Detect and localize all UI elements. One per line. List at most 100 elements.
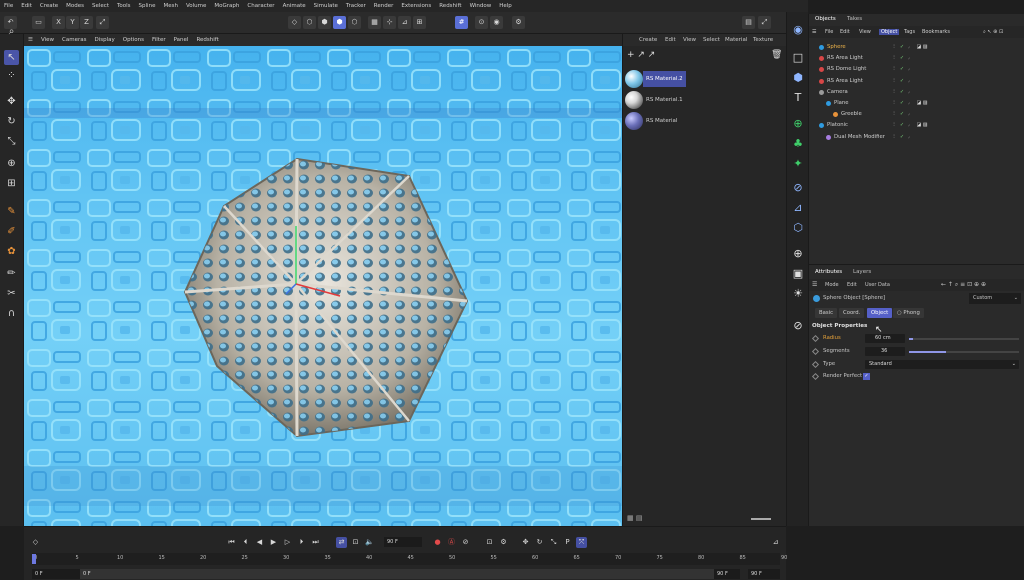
- generator-icon[interactable]: ⊕: [790, 116, 806, 132]
- keyframe-icon[interactable]: [811, 347, 820, 356]
- radius-input[interactable]: 60 cm: [865, 334, 905, 343]
- layer-dots-icon[interactable]: ⁝: [891, 78, 897, 84]
- tab-attributes[interactable]: Attributes: [815, 269, 842, 275]
- spline-sketch-icon[interactable]: ✐: [4, 224, 19, 239]
- material-row[interactable]: RS Material.1: [623, 89, 787, 111]
- spline-pen-icon[interactable]: ✎: [4, 204, 19, 219]
- menu-simulate[interactable]: Simulate: [314, 3, 338, 9]
- tab-object[interactable]: Object: [867, 308, 893, 318]
- menu-texture[interactable]: Texture: [753, 37, 773, 43]
- render-region-icon[interactable]: ⊙: [475, 16, 488, 29]
- layer-dots-icon[interactable]: ⁝: [891, 66, 897, 72]
- visibility-icon[interactable]: ⸝: [906, 100, 912, 106]
- render-view-icon[interactable]: ◉: [490, 16, 503, 29]
- menu-mesh[interactable]: Mesh: [163, 3, 177, 9]
- menu-character[interactable]: Character: [247, 3, 274, 9]
- menu-window[interactable]: Window: [470, 3, 492, 9]
- search-icon[interactable]: ⌕: [4, 24, 19, 39]
- magnet-tool-icon[interactable]: ∩: [4, 306, 19, 321]
- menu-view[interactable]: View: [683, 37, 696, 43]
- end-frame-field[interactable]: 90 F: [714, 569, 740, 579]
- keyframe-icon[interactable]: [811, 360, 820, 369]
- workplane-icon[interactable]: ⊞: [413, 16, 426, 29]
- attr-menu-userdata[interactable]: User Data: [865, 282, 890, 288]
- render-settings-icon[interactable]: ⚙: [512, 16, 525, 29]
- menu-redshift[interactable]: Redshift: [439, 3, 461, 9]
- keyframe-icon[interactable]: ⊡: [484, 537, 495, 548]
- material-tag-icon[interactable]: ◪ ▨: [915, 100, 929, 106]
- gear-icon[interactable]: ⚙: [498, 537, 509, 548]
- autokey-icon[interactable]: Ⓐ: [446, 537, 457, 548]
- nav-arrows-icon[interactable]: ← ↑ ⌕ ≡ ⊡ ⊕ ⊕: [941, 281, 986, 289]
- attr-menu-edit[interactable]: Edit: [847, 282, 857, 288]
- menu-modes[interactable]: Modes: [66, 3, 84, 9]
- render-perfect-checkbox[interactable]: ✓: [863, 373, 870, 380]
- tab-phong[interactable]: ○ Phong: [893, 308, 924, 318]
- enable-check-icon[interactable]: ✓: [899, 55, 905, 61]
- ruler-toggle-icon[interactable]: ⊿: [770, 537, 781, 548]
- zoom-slider[interactable]: [751, 518, 771, 520]
- axis-z-button[interactable]: Z: [80, 16, 93, 29]
- viewport-menu-cameras[interactable]: Cameras: [62, 37, 86, 43]
- prev-frame-icon[interactable]: ◀: [254, 537, 265, 548]
- viewport-menu-display[interactable]: Display: [94, 37, 114, 43]
- viewport-menu-view[interactable]: View: [41, 37, 54, 43]
- layer-dots-icon[interactable]: ⁝: [891, 100, 897, 106]
- uv-mode-icon[interactable]: ⬡: [348, 16, 361, 29]
- record-icon[interactable]: ●: [432, 537, 443, 548]
- menu-edit[interactable]: Edit: [665, 37, 676, 43]
- menu-edit[interactable]: Edit: [21, 3, 32, 9]
- menu-volume[interactable]: Volume: [186, 3, 206, 9]
- cursor-icon[interactable]: ◉: [790, 22, 806, 38]
- range-slider[interactable]: 0 F: [80, 569, 720, 579]
- visibility-icon[interactable]: ⸝: [906, 78, 912, 84]
- cube-icon[interactable]: ⬢: [790, 70, 806, 86]
- preset-dropdown[interactable]: Custom ⌄: [969, 293, 1021, 304]
- material-tag-icon[interactable]: ◪ ▨: [915, 122, 929, 128]
- enable-check-icon[interactable]: ✓: [899, 111, 905, 117]
- menu-extensions[interactable]: Extensions: [401, 3, 431, 9]
- type-dropdown[interactable]: Standard ⌄: [865, 360, 1019, 369]
- keyframe-mode-icon[interactable]: ◇: [30, 537, 41, 548]
- position-key-icon[interactable]: ✥: [520, 537, 531, 548]
- tab-basic[interactable]: Basic: [815, 308, 838, 318]
- material-row[interactable]: RS Material: [623, 110, 787, 132]
- scale-key-icon[interactable]: ⤡: [548, 537, 559, 548]
- tab-coord[interactable]: Coord.: [839, 308, 865, 318]
- attr-menu-mode[interactable]: Mode: [825, 282, 839, 288]
- rotation-key-icon[interactable]: ↻: [534, 537, 545, 548]
- go-start-icon[interactable]: ⏮: [226, 537, 237, 548]
- pla-key-icon[interactable]: ⤧: [576, 537, 587, 548]
- viewport-menu-redshift[interactable]: Redshift: [196, 37, 218, 43]
- hamburger-icon[interactable]: ☰: [812, 281, 817, 288]
- tool-icons[interactable]: + ↗ ↗: [627, 50, 655, 60]
- object-row[interactable]: Sphere ⁝ ✓ ⸝ ◪ ▨: [809, 42, 1024, 53]
- viewport-menu-panel[interactable]: Panel: [174, 37, 189, 43]
- cube-outline-icon[interactable]: □: [790, 50, 806, 66]
- transform-tool-icon[interactable]: ⊕: [4, 156, 19, 171]
- menu-render[interactable]: Render: [374, 3, 394, 9]
- enable-check-icon[interactable]: ✓: [899, 89, 905, 95]
- objects-menu-object[interactable]: Object: [879, 29, 900, 35]
- points-mode-icon[interactable]: ◇: [288, 16, 301, 29]
- enable-check-icon[interactable]: ✓: [899, 100, 905, 106]
- axis-x-button[interactable]: X: [52, 16, 65, 29]
- timeline-ruler[interactable]: [32, 553, 780, 565]
- loop-icon[interactable]: ⇄: [336, 537, 347, 548]
- object-row[interactable]: RS Area Light ⁝ ✓ ⸝: [809, 76, 1024, 87]
- layer-dots-icon[interactable]: ⁝: [891, 134, 897, 140]
- snap-icon[interactable]: ⊿: [398, 16, 411, 29]
- menu-tracker[interactable]: Tracker: [346, 3, 366, 9]
- menu-animate[interactable]: Animate: [283, 3, 306, 9]
- layout-icon[interactable]: ▤: [742, 16, 755, 29]
- prev-key-icon[interactable]: ⏴: [240, 537, 251, 548]
- segments-input[interactable]: 36: [865, 347, 905, 356]
- material-row[interactable]: RS Material.2: [623, 68, 787, 90]
- paint-brush-icon[interactable]: ✏: [4, 266, 19, 281]
- knife-tool-icon[interactable]: ✂: [4, 286, 19, 301]
- polygons-mode-icon[interactable]: ⬢: [318, 16, 331, 29]
- trash-icon[interactable]: 🗑: [771, 50, 782, 60]
- field-icon[interactable]: ⊘: [790, 180, 806, 196]
- menu-select[interactable]: Select: [703, 37, 720, 43]
- objects-menu-view[interactable]: View: [859, 29, 871, 35]
